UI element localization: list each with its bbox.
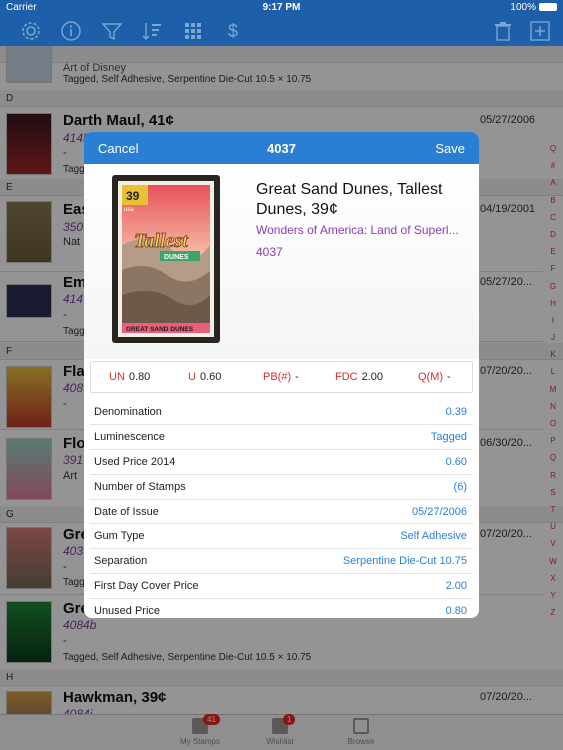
dollar-icon[interactable]: $ — [222, 20, 244, 42]
status-bar: Carrier 9:17 PM 100% — [0, 0, 563, 16]
price-fdc[interactable]: FDC 2.00 — [335, 371, 383, 383]
price-plate-block[interactable]: PB(#) - — [263, 371, 299, 383]
price-used[interactable]: U 0.60 — [188, 371, 221, 383]
gear-icon[interactable] — [20, 20, 42, 42]
stamp-catalog-number: 4037 — [256, 245, 283, 259]
detail-row-used-price[interactable]: Used Price 2014 0.60 — [90, 450, 473, 475]
modal-header: Cancel 4037 Save — [84, 132, 479, 164]
price-summary-bar: UN 0.80 U 0.60 PB(#) - FDC 2.00 Q(M) - — [90, 361, 473, 393]
stamp-caption: GREAT SAND DUNES — [126, 326, 194, 333]
detail-row-separation[interactable]: Separation Serpentine Die-Cut 10.75 — [90, 549, 473, 575]
price-quantity[interactable]: Q(M) - — [418, 371, 451, 383]
battery-percent: 100% — [510, 2, 536, 13]
trash-icon[interactable] — [492, 20, 514, 42]
stamp-name: Great Sand Dunes, Tallest Dunes, 39¢ — [256, 181, 443, 218]
sort-icon[interactable] — [141, 20, 163, 42]
stamp-summary: 39 usa Tallest DUNES GREAT SAND DUNES Gr… — [84, 164, 479, 359]
detail-row-unused-price[interactable]: Unused Price 0.80 — [90, 599, 473, 618]
top-toolbar: $ — [0, 16, 563, 46]
detail-row-luminescence[interactable]: Luminescence Tagged — [90, 425, 473, 450]
stamp-image[interactable]: 39 usa Tallest DUNES GREAT SAND DUNES — [112, 175, 220, 343]
detail-row-fdc-price[interactable]: First Day Cover Price 2.00 — [90, 574, 473, 600]
save-button[interactable]: Save — [435, 141, 465, 156]
cancel-button[interactable]: Cancel — [98, 141, 138, 156]
info-icon[interactable] — [60, 20, 82, 42]
detail-row-number-of-stamps[interactable]: Number of Stamps (6) — [90, 475, 473, 500]
detail-row-denomination[interactable]: Denomination 0.39 — [90, 400, 473, 425]
stamp-detail-modal: Cancel 4037 Save 39 usa Tallest DUNES GR… — [84, 132, 479, 618]
battery-icon — [539, 3, 557, 11]
stamp-face-value: 39 — [126, 189, 140, 203]
stamp-art-title: Tallest — [134, 230, 189, 252]
add-icon[interactable] — [529, 20, 551, 42]
detail-row-date-of-issue[interactable]: Date of Issue 05/27/2006 — [90, 500, 473, 525]
clock: 9:17 PM — [262, 2, 301, 13]
stamp-series-link[interactable]: Wonders of America: Land of Superl... — [256, 223, 471, 237]
detail-row-gum-type[interactable]: Gum Type Self Adhesive — [90, 524, 473, 550]
modal-title: 4037 — [267, 141, 296, 156]
price-unused[interactable]: UN 0.80 — [109, 371, 150, 383]
stamp-art-subtitle: DUNES — [164, 254, 189, 261]
filter-icon[interactable] — [101, 20, 123, 42]
stamp-country: usa — [124, 207, 134, 213]
detail-table: Denomination 0.39 Luminescence Tagged Used… — [84, 400, 479, 618]
battery-indicator: 100% — [510, 2, 557, 13]
grid-icon[interactable] — [182, 20, 204, 42]
